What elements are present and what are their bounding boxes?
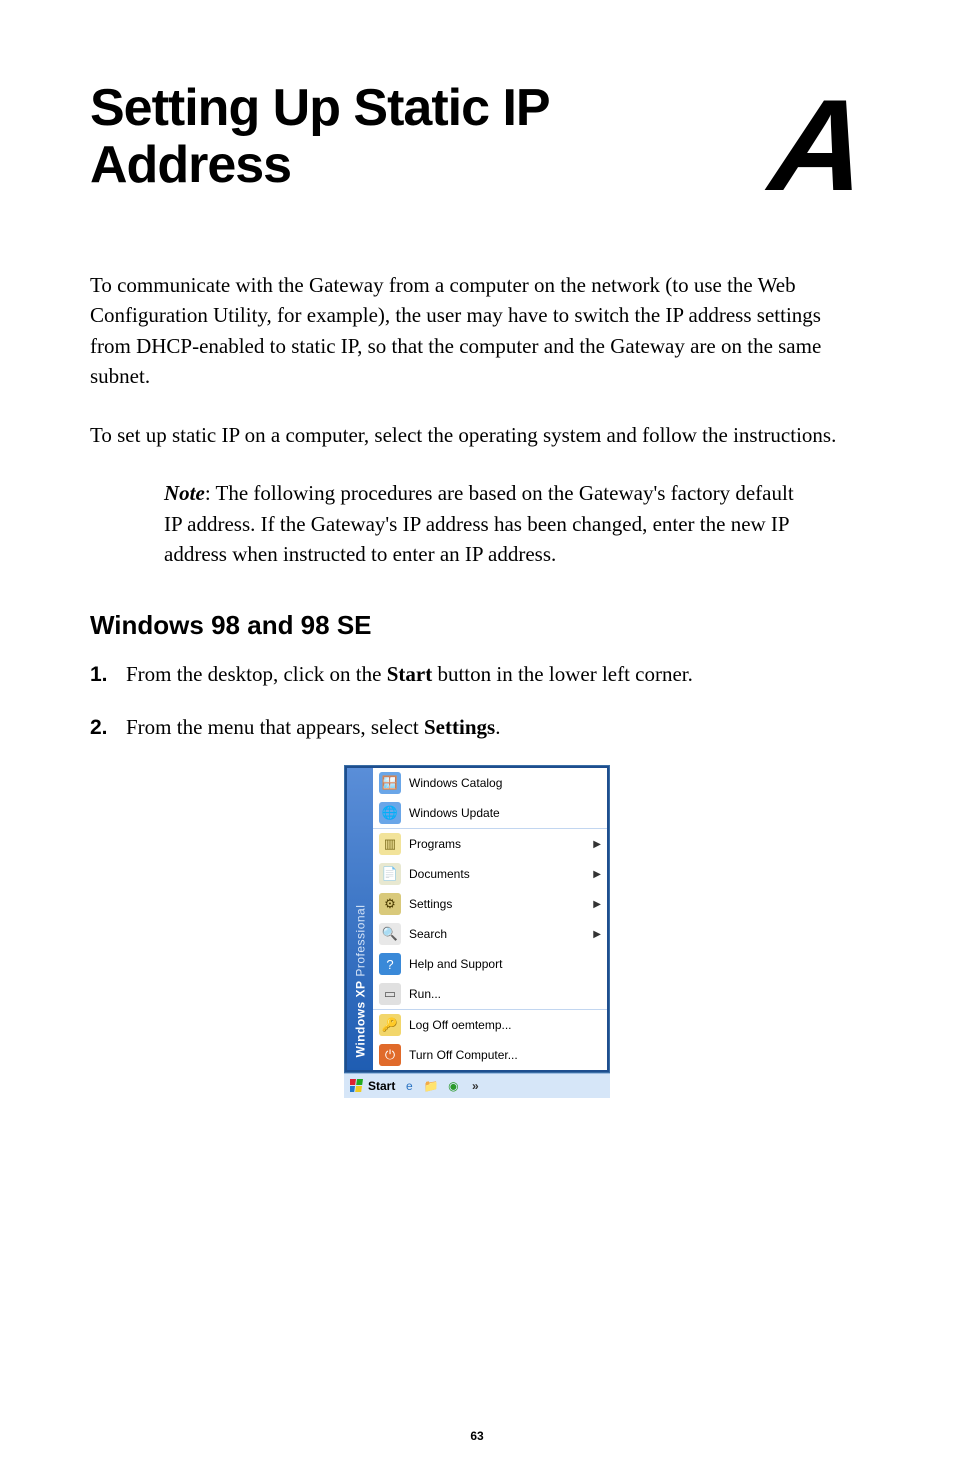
menu-item-label: Documents <box>409 867 470 881</box>
start-menu-outer: Windows XP Professional 🪟 Windows Catalo… <box>344 765 610 1073</box>
taskbar-ie-icon[interactable]: e <box>401 1078 417 1094</box>
step-text-post: . <box>495 715 500 739</box>
settings-icon: ⚙ <box>379 893 401 915</box>
menu-item-documents[interactable]: 📄 Documents ▶ <box>373 859 607 889</box>
menu-item-label: Windows Catalog <box>409 776 502 790</box>
start-menu-top-section: 🪟 Windows Catalog 🌐 Windows Update <box>373 768 607 829</box>
step-number: 2. <box>90 713 126 743</box>
sidebar-os-edition: Professional <box>353 905 367 981</box>
menu-item-label: Turn Off Computer... <box>409 1048 518 1062</box>
start-menu-window: Windows XP Professional 🪟 Windows Catalo… <box>344 765 610 1098</box>
run-icon: ▭ <box>379 983 401 1005</box>
start-menu-sidebar: Windows XP Professional <box>347 768 373 1070</box>
start-button-label: Start <box>368 1079 395 1093</box>
start-button[interactable]: Start <box>350 1079 395 1093</box>
intro-paragraph-1: To communicate with the Gateway from a c… <box>90 270 864 392</box>
start-menu-sidebar-text: Windows XP Professional <box>353 905 367 1058</box>
menu-item-search[interactable]: 🔍 Search ▶ <box>373 919 607 949</box>
document-title: Setting Up Static IP Address <box>90 80 650 194</box>
windows-flag-icon <box>350 1079 364 1093</box>
chapter-letter: A <box>765 80 871 210</box>
menu-item-label: Log Off oemtemp... <box>409 1018 512 1032</box>
menu-item-label: Windows Update <box>409 806 500 820</box>
step-text-post: button in the lower left corner. <box>432 662 693 686</box>
title-row: Setting Up Static IP Address A <box>90 80 864 210</box>
step-text-bold: Start <box>387 662 433 686</box>
note-text: : The following procedures are based on … <box>164 481 794 566</box>
section-heading: Windows 98 and 98 SE <box>90 610 864 641</box>
menu-item-label: Run... <box>409 987 441 1001</box>
menu-item-label: Settings <box>409 897 452 911</box>
chevron-right-icon: ▶ <box>593 929 601 940</box>
update-icon: 🌐 <box>379 802 401 824</box>
menu-item-run[interactable]: ▭ Run... <box>373 979 607 1009</box>
help-icon: ? <box>379 953 401 975</box>
step-text-pre: From the menu that appears, select <box>126 715 424 739</box>
chevron-right-icon: ▶ <box>593 869 601 880</box>
menu-item-label: Programs <box>409 837 461 851</box>
menu-item-help[interactable]: ? Help and Support <box>373 949 607 979</box>
step-text: From the menu that appears, select Setti… <box>126 712 864 742</box>
step-text-bold: Settings <box>424 715 495 739</box>
taskbar-explorer-icon[interactable]: 📁 <box>423 1078 439 1094</box>
taskbar-chevrons-icon[interactable]: » <box>467 1078 483 1094</box>
power-icon: ⏻ <box>379 1044 401 1066</box>
menu-item-logoff[interactable]: 🔑 Log Off oemtemp... <box>373 1010 607 1040</box>
menu-item-programs[interactable]: ▥ Programs ▶ <box>373 829 607 859</box>
chevron-right-icon: ▶ <box>593 899 601 910</box>
sidebar-os-name: Windows XP <box>353 981 367 1058</box>
document-page: Setting Up Static IP Address A To commun… <box>0 0 954 1475</box>
figure-start-menu: Windows XP Professional 🪟 Windows Catalo… <box>90 765 864 1098</box>
menu-item-label: Search <box>409 927 447 941</box>
taskbar-media-icon[interactable]: ◉ <box>445 1078 461 1094</box>
menu-item-settings[interactable]: ⚙ Settings ▶ <box>373 889 607 919</box>
menu-item-turnoff[interactable]: ⏻ Turn Off Computer... <box>373 1040 607 1070</box>
step-text: From the desktop, click on the Start but… <box>126 659 864 689</box>
programs-icon: ▥ <box>379 833 401 855</box>
menu-item-windows-catalog[interactable]: 🪟 Windows Catalog <box>373 768 607 798</box>
catalog-icon: 🪟 <box>379 772 401 794</box>
step-text-pre: From the desktop, click on the <box>126 662 387 686</box>
ordered-steps: 1. From the desktop, click on the Start … <box>90 659 864 744</box>
documents-icon: 📄 <box>379 863 401 885</box>
page-number: 63 <box>0 1429 954 1443</box>
step-2: 2. From the menu that appears, select Se… <box>90 712 864 743</box>
start-menu-inner: Windows XP Professional 🪟 Windows Catalo… <box>347 768 607 1070</box>
step-1: 1. From the desktop, click on the Start … <box>90 659 864 690</box>
start-menu-list: 🪟 Windows Catalog 🌐 Windows Update ▥ <box>373 768 607 1070</box>
start-menu-main-section: ▥ Programs ▶ 📄 Documents ▶ ⚙ <box>373 829 607 1010</box>
step-number: 1. <box>90 660 126 690</box>
intro-paragraph-2: To set up static IP on a computer, selec… <box>90 420 864 450</box>
menu-item-windows-update[interactable]: 🌐 Windows Update <box>373 798 607 828</box>
taskbar: Start e 📁 ◉ » <box>344 1073 610 1098</box>
chevron-right-icon: ▶ <box>593 839 601 850</box>
note-label: Note <box>164 481 205 505</box>
note-block: Note: The following procedures are based… <box>164 478 804 569</box>
logoff-icon: 🔑 <box>379 1014 401 1036</box>
search-icon: 🔍 <box>379 923 401 945</box>
start-menu-bottom-section: 🔑 Log Off oemtemp... ⏻ Turn Off Computer… <box>373 1010 607 1070</box>
menu-item-label: Help and Support <box>409 957 502 971</box>
